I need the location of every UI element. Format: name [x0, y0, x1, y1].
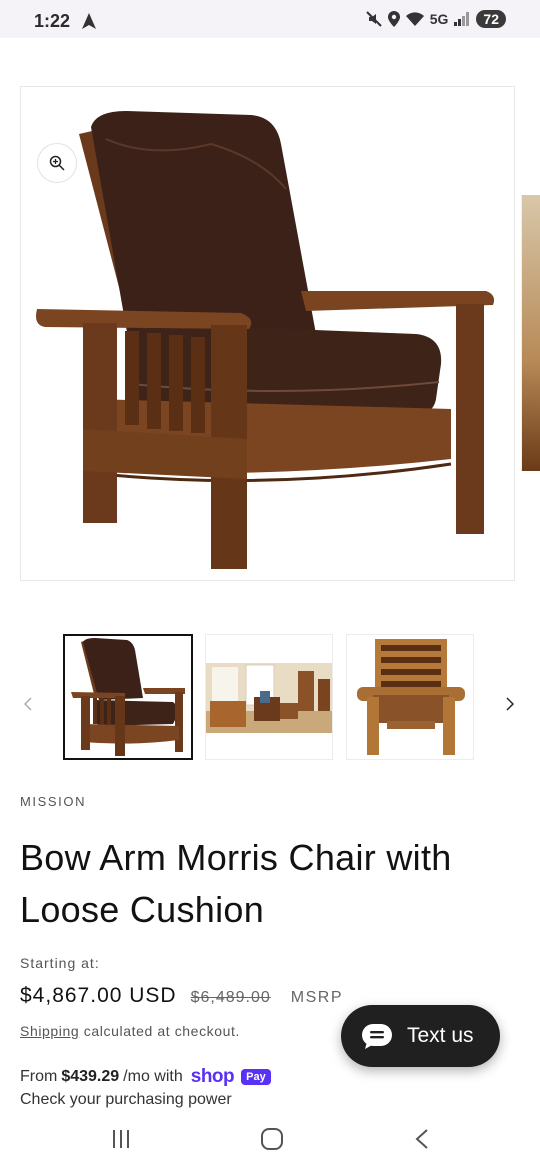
home-icon[interactable]	[260, 1128, 284, 1150]
zoom-in-icon	[49, 155, 65, 171]
chevron-right-icon	[506, 697, 514, 711]
shipping-link[interactable]: Shipping	[20, 1023, 79, 1039]
status-time: 1:22	[34, 11, 71, 31]
thumbnail-1[interactable]	[63, 634, 193, 760]
prequalify-link[interactable]: Check your purchasing power	[20, 1091, 232, 1109]
battery-indicator: 72	[476, 10, 506, 28]
navigation-arrow-icon	[82, 13, 96, 29]
starting-at-label: Starting at:	[20, 955, 100, 971]
shop-pay-installments[interactable]: From $439.29 /mo with shop Pay	[20, 1066, 271, 1088]
signal-icon	[454, 12, 470, 26]
system-nav-bar	[0, 1110, 540, 1170]
recent-apps-icon[interactable]	[110, 1128, 132, 1150]
chevron-left-icon	[24, 697, 32, 711]
text-us-label: Text us	[407, 1024, 474, 1047]
thumbnail-2[interactable]	[205, 634, 333, 760]
thumbnail-3[interactable]	[346, 634, 474, 760]
product-vendor: MISSION	[20, 794, 87, 809]
sale-price: $4,867.00 USD	[20, 984, 177, 1007]
installment-suffix: /mo with	[123, 1068, 183, 1085]
wifi-icon	[405, 12, 424, 26]
chair-image	[36, 111, 495, 569]
compare-price: $6,489.00	[190, 989, 271, 1006]
zoom-button[interactable]	[37, 143, 77, 183]
thumbnail-prev-button[interactable]	[18, 692, 38, 716]
shop-pay-badge: Pay	[241, 1069, 271, 1085]
shipping-text: calculated at checkout.	[83, 1023, 241, 1039]
chat-bubble-icon	[362, 1024, 392, 1049]
shipping-note: Shipping calculated at checkout.	[20, 1023, 240, 1039]
text-us-button[interactable]: Text us	[341, 1005, 500, 1067]
product-title: Bow Arm Morris Chair with Loose Cushion	[20, 837, 452, 930]
status-icons: 5G 72	[366, 10, 506, 28]
location-icon	[387, 11, 400, 27]
network-type: 5G	[429, 11, 449, 27]
installment-prefix: From	[20, 1068, 58, 1085]
chair-back-thumbnail	[357, 639, 465, 755]
living-room-thumbnail	[206, 663, 332, 733]
msrp-label: MSRP	[290, 989, 344, 1006]
mute-icon	[366, 11, 382, 27]
price-row: $4,867.00 USD $6,489.00 MSRP	[20, 984, 343, 1008]
product-main-image[interactable]	[20, 86, 515, 581]
chair-thumbnail	[71, 638, 185, 756]
thumbnail-next-button[interactable]	[500, 692, 520, 716]
back-icon[interactable]	[414, 1128, 430, 1150]
next-image-peek[interactable]	[521, 195, 540, 471]
status-bar: 1:22 5G 72	[0, 0, 540, 38]
installment-amount: $439.29	[61, 1068, 120, 1085]
shop-logo: shop	[190, 1066, 235, 1087]
